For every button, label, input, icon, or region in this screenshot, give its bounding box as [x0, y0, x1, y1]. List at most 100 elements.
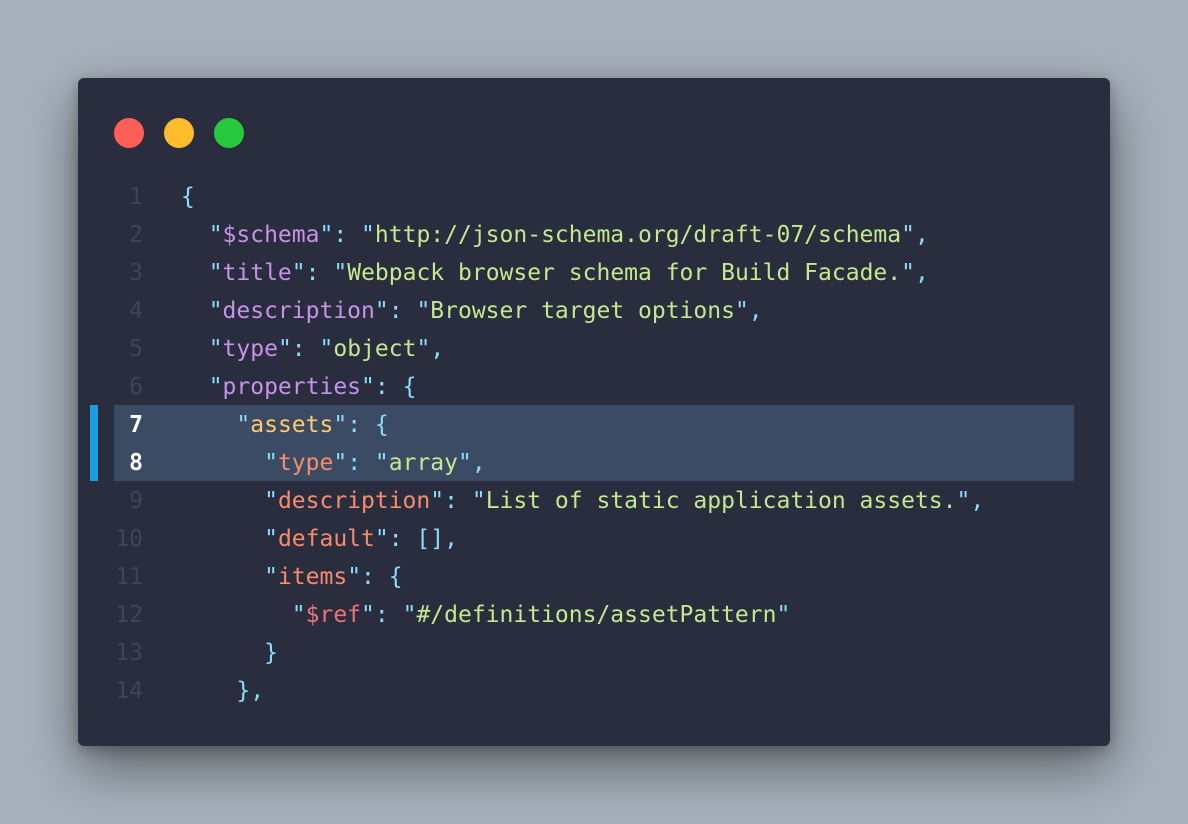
- code-token: ": [181, 602, 306, 628]
- code-token: ": [347, 564, 362, 590]
- line-number: 8: [129, 450, 143, 476]
- code-token: ": [374, 450, 389, 476]
- code-token: ": [901, 260, 915, 286]
- code-token: ": [181, 450, 278, 476]
- code-token: ": [333, 260, 348, 286]
- code-token: ": [181, 374, 223, 400]
- code-token: ,: [471, 450, 486, 476]
- code-token: description: [222, 298, 375, 324]
- code-token: : [],: [388, 526, 458, 552]
- code-token: ,: [748, 298, 763, 324]
- code-token: ": [361, 222, 375, 248]
- code-line: 10 "default": [],: [78, 520, 1110, 558]
- code-token: ": [181, 488, 278, 514]
- code-token: $schema: [222, 222, 320, 248]
- code-token: Browser target options: [430, 298, 735, 324]
- line-number: 10: [115, 526, 143, 552]
- code-token: ": [181, 298, 223, 324]
- code-token: type: [277, 450, 334, 476]
- code-line: 11 "items": {: [78, 558, 1110, 596]
- code-token: :: [291, 336, 320, 362]
- code-token: ": [361, 374, 375, 400]
- code-line: 5 "type": "object",: [78, 330, 1110, 368]
- code-token: :: [444, 488, 472, 514]
- line-number: 7: [129, 412, 143, 438]
- line-content: }: [181, 634, 278, 672]
- code-token: ": [361, 602, 375, 628]
- code-line: 1{: [78, 178, 1110, 216]
- code-line: 2 "$schema": "http://json-schema.org/dra…: [78, 216, 1110, 254]
- minimize-window-button[interactable]: [164, 118, 194, 148]
- code-token: :: [305, 260, 334, 286]
- code-token: assets: [250, 412, 334, 438]
- code-editor[interactable]: 1{2 "$schema": "http://json-schema.org/d…: [78, 178, 1110, 710]
- code-token: ": [402, 602, 417, 628]
- line-number: 3: [129, 260, 143, 286]
- code-token: ": [430, 488, 445, 514]
- code-token: items: [277, 564, 348, 590]
- code-token: List of static application assets.: [485, 488, 957, 514]
- code-window: 1{2 "$schema": "http://json-schema.org/d…: [78, 78, 1110, 746]
- line-content: "title": "Webpack browser schema for Bui…: [181, 254, 929, 292]
- line-content: "description": "Browser target options",: [181, 292, 763, 330]
- line-number: 6: [129, 374, 143, 400]
- line-content: },: [181, 672, 264, 710]
- code-token: ": [181, 336, 223, 362]
- line-number: 12: [115, 602, 143, 628]
- code-line: 13 }: [78, 634, 1110, 672]
- line-number: 5: [129, 336, 143, 362]
- code-token: }: [181, 640, 278, 666]
- code-token: ": [374, 526, 389, 552]
- close-window-button[interactable]: [114, 118, 144, 148]
- code-token: :: [347, 450, 375, 476]
- code-token: : {: [347, 412, 389, 438]
- code-token: ": [416, 336, 431, 362]
- line-content: {: [181, 178, 195, 216]
- code-token: :: [333, 222, 362, 248]
- line-number: 14: [115, 678, 143, 704]
- code-token: #/definitions/assetPattern: [416, 602, 777, 628]
- line-content: "items": {: [181, 558, 403, 596]
- line-content: "description": "List of static applicati…: [181, 482, 984, 520]
- line-content: "assets": {: [181, 406, 389, 444]
- code-token: : {: [374, 374, 417, 400]
- code-line: 6 "properties": {: [78, 368, 1110, 406]
- code-token: ": [458, 450, 472, 476]
- line-content: "type": "array",: [181, 444, 486, 482]
- code-line: 12 "$ref": "#/definitions/assetPattern": [78, 596, 1110, 634]
- line-number: 9: [129, 488, 143, 514]
- code-line: 7 "assets": {: [78, 405, 1110, 444]
- code-token: ": [291, 260, 306, 286]
- code-line: 9 "description": "List of static applica…: [78, 482, 1110, 520]
- line-content: "properties": {: [181, 368, 417, 406]
- code-token: ": [181, 222, 223, 248]
- code-token: ": [734, 298, 749, 324]
- code-line: 3 "title": "Webpack browser schema for B…: [78, 254, 1110, 292]
- code-token: object: [333, 336, 417, 362]
- code-token: },: [181, 678, 265, 704]
- code-token: ": [181, 260, 223, 286]
- code-token: properties: [222, 374, 362, 400]
- line-number: 13: [115, 640, 143, 666]
- line-content: "type": "object",: [181, 330, 444, 368]
- code-token: :: [388, 298, 417, 324]
- line-number: 2: [129, 222, 143, 248]
- code-token: ,: [914, 222, 929, 248]
- code-line: 14 },: [78, 672, 1110, 710]
- code-token: ,: [914, 260, 929, 286]
- code-token: title: [222, 260, 292, 286]
- code-token: ": [181, 564, 278, 590]
- code-token: ": [901, 222, 915, 248]
- line-content: "$schema": "http://json-schema.org/draft…: [181, 216, 929, 254]
- line-content: "default": [],: [181, 520, 458, 558]
- code-line: 4 "description": "Browser target options…: [78, 292, 1110, 330]
- code-token: : {: [361, 564, 403, 590]
- zoom-window-button[interactable]: [214, 118, 244, 148]
- code-token: ": [319, 336, 334, 362]
- line-content: "$ref": "#/definitions/assetPattern": [181, 596, 791, 634]
- code-token: {: [181, 184, 195, 210]
- code-token: ": [374, 298, 389, 324]
- code-token: description: [277, 488, 431, 514]
- code-token: ": [181, 526, 278, 552]
- code-token: type: [222, 336, 278, 362]
